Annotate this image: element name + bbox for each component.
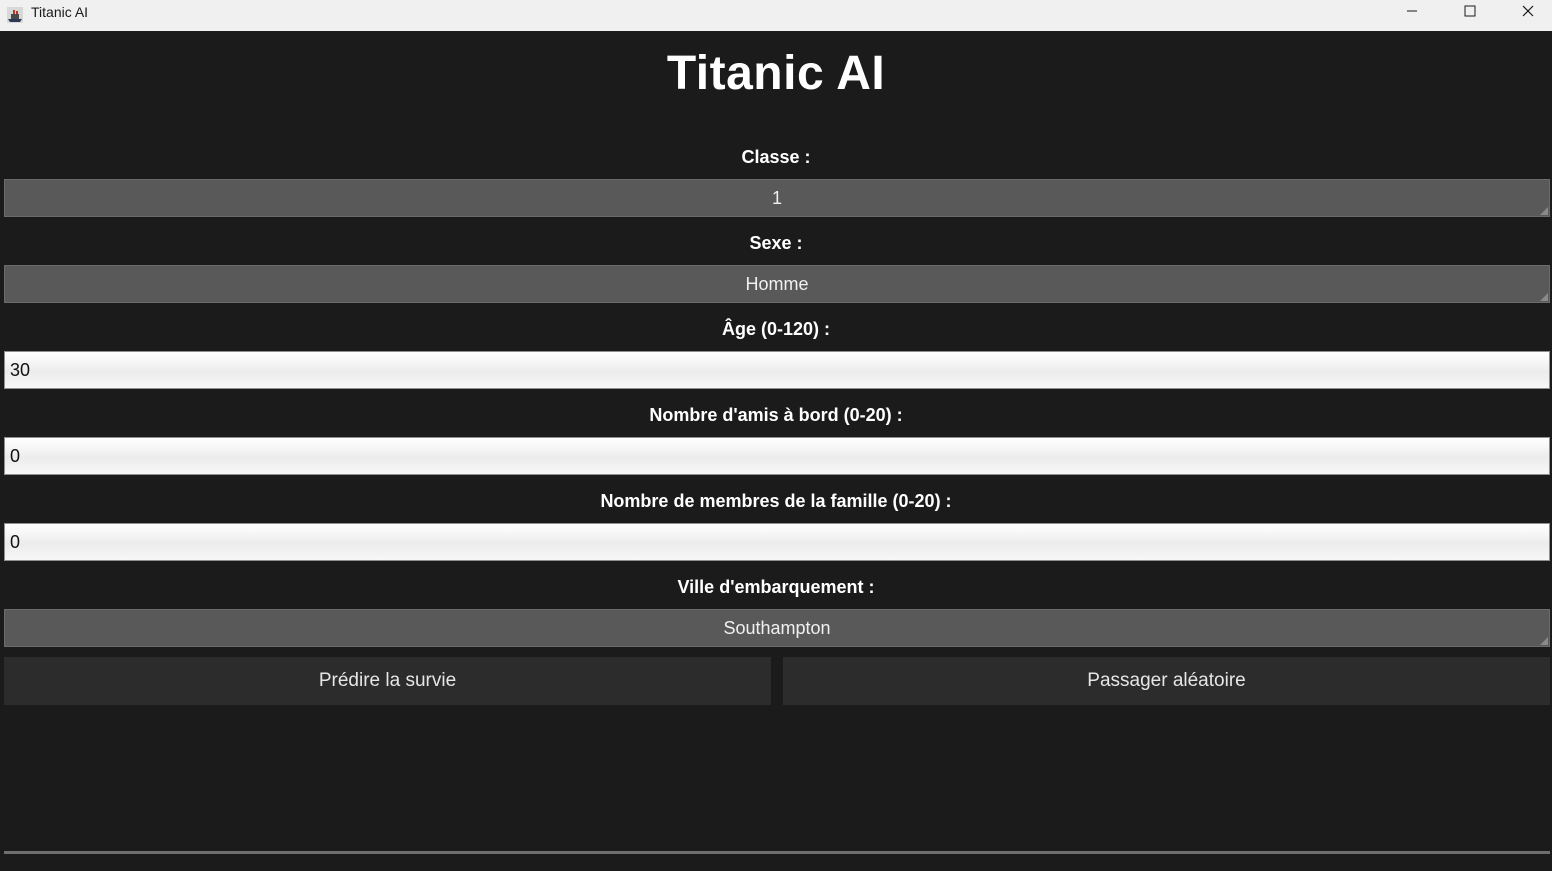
dropdown-corner-icon [1540,637,1548,645]
amis-input[interactable] [4,437,1550,475]
minimize-button[interactable] [1383,0,1441,25]
titanic-app-icon [6,6,24,24]
famille-label: Nombre de membres de la famille (0-20) : [600,491,952,511]
close-icon [1522,4,1534,22]
age-input[interactable] [4,351,1550,389]
maximize-button[interactable] [1441,0,1499,25]
famille-input[interactable] [4,523,1550,561]
age-label: Âge (0-120) : [721,319,831,339]
ville-label: Ville d'embarquement : [677,577,875,597]
sexe-label: Sexe : [749,233,803,253]
close-button[interactable] [1499,0,1552,25]
ville-select[interactable]: Southampton [4,609,1550,647]
predict-button[interactable]: Prédire la survie [4,657,771,705]
classe-label: Classe : [741,147,811,167]
page-title: Titanic AI [666,47,886,100]
title-bar: Titanic AI [0,0,1552,31]
window-title: Titanic AI [31,4,89,20]
classe-select[interactable]: 1 [4,179,1550,217]
maximize-icon [1464,4,1476,22]
amis-label: Nombre d'amis à bord (0-20) : [649,405,903,425]
random-passenger-button[interactable]: Passager aléatoire [783,657,1550,705]
ville-select-value: Southampton [723,618,831,638]
classe-select-value: 1 [771,188,782,208]
sexe-select-value: Homme [745,274,809,294]
sexe-select[interactable]: Homme [4,265,1550,303]
dropdown-corner-icon [1540,207,1548,215]
bottom-divider [4,851,1550,854]
app-window: Titanic AI Titanic AI Classe : 1 Sexe : … [0,0,1552,871]
dropdown-corner-icon [1540,293,1548,301]
minimize-icon [1406,4,1418,22]
